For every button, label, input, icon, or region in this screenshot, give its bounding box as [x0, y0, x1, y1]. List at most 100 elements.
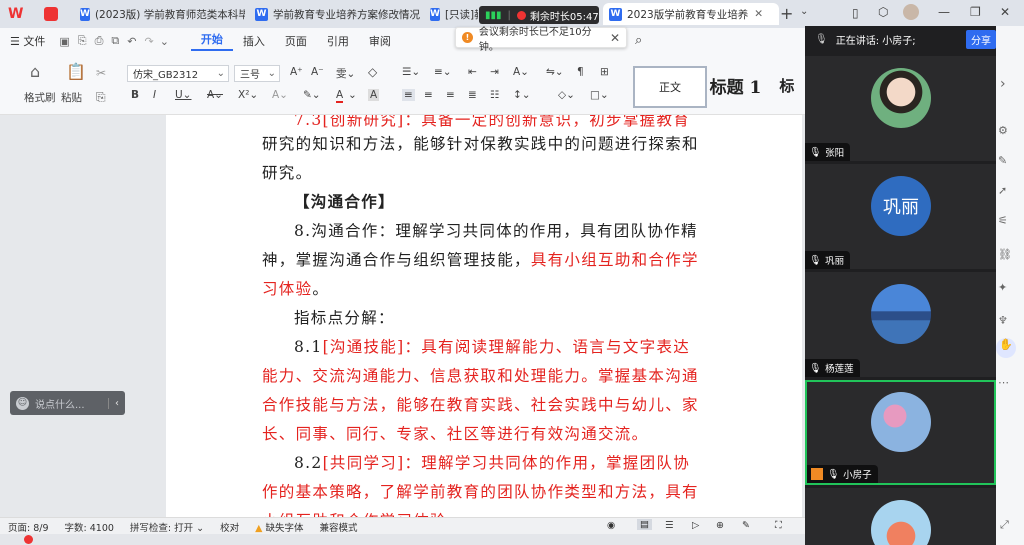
user-avatar-icon[interactable] [903, 4, 919, 20]
new-tab-icon[interactable]: + [780, 4, 793, 23]
play-icon[interactable]: ▷ [692, 520, 699, 531]
text-direction-icon[interactable]: A⌄ [513, 66, 529, 78]
numbered-list-icon[interactable]: ≡⌄ [434, 66, 452, 78]
decrease-font-icon[interactable]: A⁻ [311, 66, 324, 78]
redo-icon[interactable]: ↷ [140, 35, 157, 48]
fullscreen-icon[interactable]: ⤢ [1000, 518, 1009, 532]
document-page[interactable]: 7.3[创新研究]：具备一定的创新意识，初步掌握教育 研究的知识和方法，能够针对保… [166, 115, 802, 517]
chevron-down-icon[interactable]: ⌄ [800, 6, 808, 17]
missing-font[interactable]: ▲ 缺失字体 [247, 520, 311, 534]
phonetic-icon[interactable]: 雯⌄ [336, 66, 355, 81]
char-shading-icon[interactable]: A [368, 89, 380, 101]
clear-format-icon[interactable]: ◇ [368, 65, 377, 79]
restore-icon[interactable]: ❐ [970, 5, 981, 19]
close-tab-icon[interactable]: ✕ [754, 8, 763, 20]
share-button[interactable]: 分享 [966, 29, 996, 49]
decrease-indent-icon[interactable]: ⇤ [468, 66, 477, 78]
settings-icon[interactable]: ⚙ [998, 124, 1008, 137]
distribute-icon[interactable]: ☷ [490, 89, 499, 101]
chevron-down-icon[interactable]: ⌄ [348, 89, 357, 101]
doc-tab-2[interactable]: W 学前教育专业培养方案修改情况 [255, 3, 420, 25]
shading-icon[interactable]: ◇⌄ [558, 89, 575, 101]
strikethrough-icon[interactable]: A⌄ [207, 89, 223, 101]
minimize-icon[interactable]: — [938, 5, 950, 19]
style-normal[interactable]: 正文 [633, 66, 707, 108]
text-effect-icon[interactable]: A⌄ [272, 89, 288, 101]
doc-tab-3[interactable]: W [只读]教 [430, 3, 478, 25]
participant-tile[interactable]: 🎙 杨莲莲 [805, 272, 996, 377]
participant-tile-active[interactable]: 🎙 小房子 [805, 380, 996, 485]
bullet-list-icon[interactable]: ☰⌄ [402, 66, 420, 78]
font-color-icon[interactable]: A [336, 89, 344, 103]
undo-icon[interactable]: ↶ [123, 35, 140, 48]
highlight-icon[interactable]: ✎⌄ [303, 89, 321, 101]
menu-reference[interactable]: 引用 [317, 33, 359, 49]
menu-start[interactable]: 开始 [190, 31, 233, 51]
menu-page[interactable]: 页面 [275, 33, 317, 49]
participant-tile[interactable] [805, 488, 996, 545]
paste-button[interactable]: 粘贴 [61, 90, 82, 105]
page-view-icon[interactable]: ▤ [637, 519, 652, 530]
format-painter-button[interactable]: 格式刷 [24, 90, 56, 105]
cube-icon[interactable]: ⬡ [878, 5, 888, 19]
superscript-icon[interactable]: X²⌄ [238, 89, 258, 101]
cursor-icon[interactable]: ➚ [998, 184, 1007, 197]
border-icon[interactable]: □⌄ [590, 89, 609, 101]
tools-icon[interactable]: ✦ [998, 281, 1007, 294]
participant-tile[interactable]: 巩丽 🎙 巩丽 [805, 164, 996, 269]
share-doc-icon[interactable]: ⎘ [74, 34, 91, 48]
emoji-icon[interactable]: ☺ [16, 396, 29, 410]
copy-icon[interactable]: ⎘ [96, 90, 106, 105]
pdf-tab[interactable] [44, 3, 72, 25]
table-icon[interactable]: ⊞ [600, 66, 609, 78]
collapse-chevron-icon[interactable]: ‹ [108, 397, 125, 409]
participant-tile[interactable]: 🎙 张阳 [805, 56, 996, 161]
close-window-icon[interactable]: ✕ [1000, 5, 1010, 19]
increase-font-icon[interactable]: A⁺ [290, 66, 303, 78]
bold-icon[interactable]: B [131, 89, 139, 101]
proofread[interactable]: 校对 [212, 520, 247, 534]
more-dots-icon[interactable]: ⋯ [998, 376, 1009, 389]
save-icon[interactable]: ▣ [55, 35, 73, 48]
wps-home-tab[interactable]: W [8, 3, 38, 25]
increase-indent-icon[interactable]: ⇥ [490, 66, 499, 78]
link-icon[interactable]: ⛓ [998, 248, 1012, 261]
italic-icon[interactable]: I [153, 89, 156, 101]
underline-icon[interactable]: U⌄ [175, 89, 191, 101]
word-count[interactable]: 字数: 4100 [57, 520, 122, 534]
menu-insert[interactable]: 插入 [233, 33, 275, 49]
adjust-icon[interactable]: ⚟ [998, 214, 1008, 227]
fit-screen-icon[interactable]: ⛶ [775, 520, 782, 531]
doc-tab-4-active[interactable]: W 2023版学前教育专业培养 ✕ [603, 3, 779, 25]
font-name-select[interactable]: 仿宋_GB2312 ⌄ [127, 65, 229, 82]
more-icon[interactable]: ⌄ [158, 35, 173, 48]
font-size-select[interactable]: 三号 ⌄ [234, 65, 280, 82]
doc-tab-1[interactable]: W (2023版) 学前教育师范类本科毕 [80, 3, 245, 25]
edit-pen-icon[interactable]: ✎ [742, 520, 750, 531]
preview-icon[interactable]: ⧉ [107, 34, 123, 48]
menu-review[interactable]: 审阅 [359, 33, 401, 49]
align-right-icon[interactable]: ≡ [446, 89, 455, 101]
window-layout-icon[interactable]: ▯ [852, 6, 859, 20]
print-icon[interactable]: ⎙ [91, 34, 108, 48]
style-heading-1[interactable]: 标题 1 标 [707, 66, 797, 104]
web-view-icon[interactable]: ⊕ [716, 520, 724, 531]
align-center-icon[interactable]: ≡ [424, 89, 433, 101]
chat-input[interactable]: ☺ 说点什么... ‹ [10, 391, 125, 415]
page-count[interactable]: 页面: 8/9 [0, 520, 57, 534]
justify-icon[interactable]: ≣ [468, 89, 477, 101]
spell-check[interactable]: 拼写检查: 打开 ⌄ [122, 520, 212, 534]
eye-protection-icon[interactable]: ◉ [607, 520, 615, 531]
menu-file[interactable]: ☰ 文件 [0, 33, 55, 49]
line-spacing-icon[interactable]: ↕⌄ [513, 89, 531, 101]
pen-icon[interactable]: ✎ [998, 154, 1007, 167]
outline-view-icon[interactable]: ☰ [665, 520, 674, 531]
search-icon[interactable]: ⌕ [635, 33, 642, 48]
sort-icon[interactable]: ⇋⌄ [546, 66, 564, 78]
close-notification-icon[interactable]: ✕ [610, 31, 620, 45]
show-marks-icon[interactable]: ¶ [577, 66, 584, 78]
hand-raise-icon[interactable]: ✋ [996, 338, 1016, 358]
chevron-right-icon[interactable]: › [1000, 76, 1006, 92]
align-left-icon[interactable]: ≡ [402, 89, 415, 101]
cut-icon[interactable]: ✂ [96, 66, 106, 80]
